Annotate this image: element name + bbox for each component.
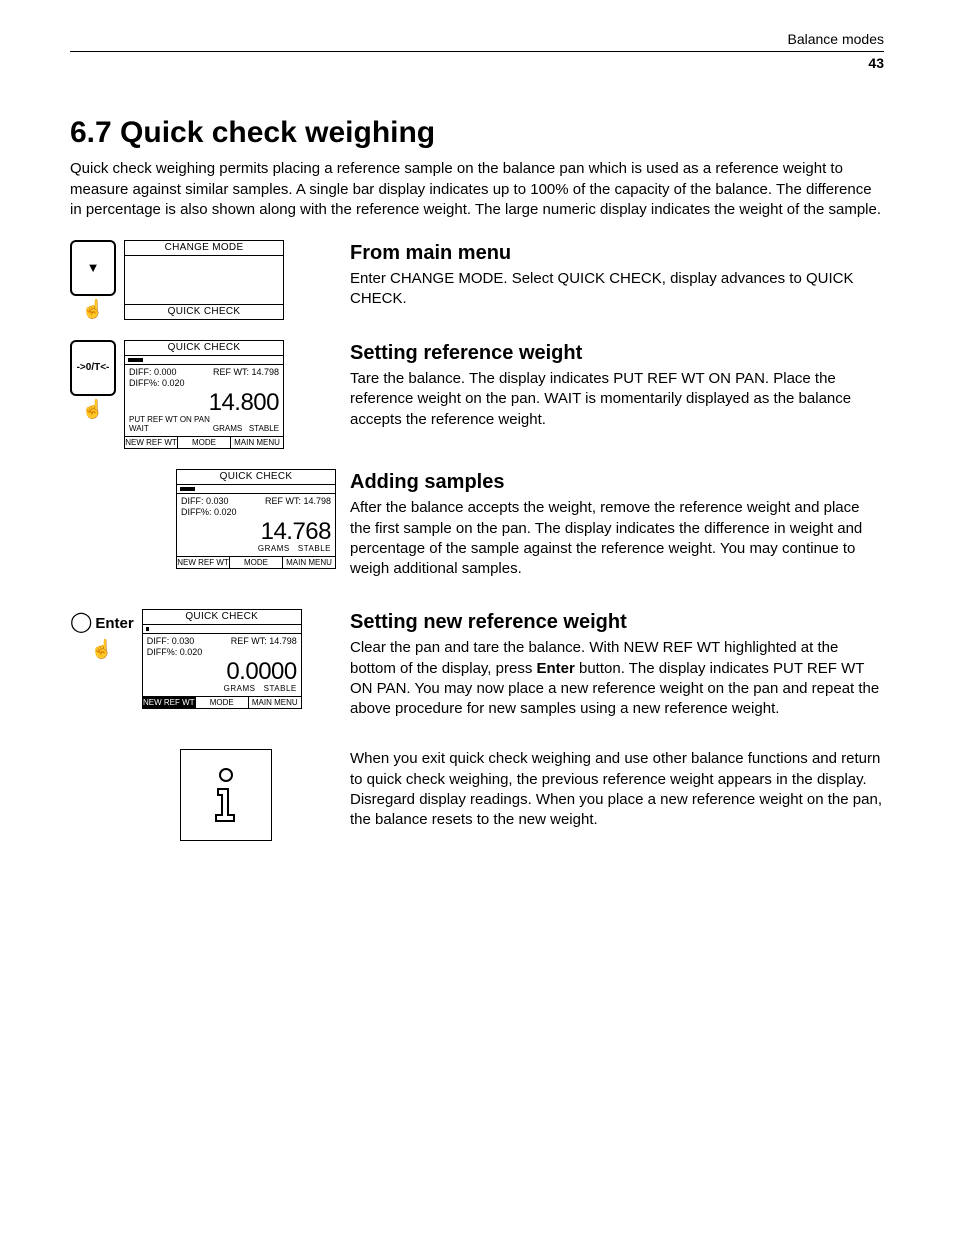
lcd-put-msg: PUT REF WT ON PAN (129, 415, 210, 425)
section-heading: Setting reference weight (350, 340, 884, 367)
lcd-big-value: 14.800 (129, 391, 279, 415)
lcd-quick-check-ref: QUICK CHECK DIFF: 0.000 REF WT: 14.798 DI… (124, 340, 284, 449)
tare-button-icon: ->0/T<- (70, 340, 116, 396)
step-from-main-menu: ▼ ☝ CHANGE MODE QUICK CHECK From main me… (70, 240, 884, 320)
page-title: 6.7 Quick check weighing (70, 113, 884, 154)
step-set-reference: ->0/T<- ☝ QUICK CHECK DIFF: 0.000 REF WT:… (70, 340, 884, 449)
lcd-diffpct: DIFF%: 0.020 (181, 507, 331, 518)
section-body: After the balance accepts the weight, re… (350, 498, 884, 579)
lcd-title: CHANGE MODE (125, 241, 283, 256)
section-body: Clear the pan and tare the balance. With… (350, 638, 884, 719)
lcd-title: QUICK CHECK (177, 470, 335, 485)
page-number: 43 (70, 54, 884, 73)
lcd-softkey: MODE (177, 437, 230, 449)
enter-button-icon: ◯ (70, 609, 92, 636)
section-heading: Adding samples (350, 469, 884, 496)
section-body: Tare the balance. The display indicates … (350, 369, 884, 430)
lcd-softkey: NEW REF WT (125, 437, 177, 449)
hand-icon: ☝ (82, 300, 104, 318)
section-body: Enter CHANGE MODE. Select QUICK CHECK, d… (350, 269, 884, 310)
lcd-quick-check-sample: QUICK CHECK DIFF: 0.030 REF WT: 14.798 DI… (176, 469, 336, 569)
enter-label: Enter (95, 614, 133, 634)
lcd-softkey: MAIN MENU (230, 437, 283, 449)
lcd-ref: REF WT: 14.798 (231, 636, 297, 647)
lcd-softkey: MODE (195, 697, 248, 709)
lcd-status: WAIT (129, 424, 149, 434)
lcd-softkey: MAIN MENU (282, 557, 335, 569)
hand-icon: ☝ (82, 400, 104, 418)
lcd-quick-check-newref: QUICK CHECK DIFF: 0.030 REF WT: 14.798 DI… (142, 609, 302, 709)
lcd-softkey: NEW REF WT (143, 697, 195, 709)
lcd-footer: QUICK CHECK (125, 305, 283, 319)
lcd-softkey: MAIN MENU (248, 697, 301, 709)
lcd-softkey: NEW REF WT (177, 557, 229, 569)
lcd-diffpct: DIFF%: 0.020 (129, 378, 279, 389)
lcd-title: QUICK CHECK (143, 610, 301, 625)
lcd-diff: DIFF: 0.030 (181, 496, 229, 507)
lcd-big-value: 0.0000 (147, 660, 297, 684)
lcd-diff: DIFF: 0.000 (129, 367, 177, 378)
lcd-diffpct: DIFF%: 0.020 (147, 647, 297, 658)
hand-icon: ☝ (91, 640, 113, 658)
intro-paragraph: Quick check weighing permits placing a r… (70, 159, 884, 220)
step-new-reference: ◯ Enter ☝ QUICK CHECK DIFF: 0.030 REF WT:… (70, 609, 884, 729)
lcd-softkey: MODE (229, 557, 282, 569)
lcd-big-value: 14.768 (181, 520, 331, 544)
info-icon (180, 749, 272, 841)
lcd-diff: DIFF: 0.030 (147, 636, 195, 647)
step-adding-samples: QUICK CHECK DIFF: 0.030 REF WT: 14.798 DI… (70, 469, 884, 589)
lcd-title: QUICK CHECK (125, 341, 283, 356)
down-button-icon: ▼ (70, 240, 116, 296)
lcd-ref: REF WT: 14.798 (265, 496, 331, 507)
lcd-change-mode: CHANGE MODE QUICK CHECK (124, 240, 284, 320)
lcd-ref: REF WT: 14.798 (213, 367, 279, 378)
info-note-row: When you exit quick check weighing and u… (70, 749, 884, 841)
section-heading: Setting new reference weight (350, 609, 884, 636)
section-heading: From main menu (350, 240, 884, 267)
header-section: Balance modes (70, 30, 884, 52)
info-note: When you exit quick check weighing and u… (350, 749, 884, 830)
